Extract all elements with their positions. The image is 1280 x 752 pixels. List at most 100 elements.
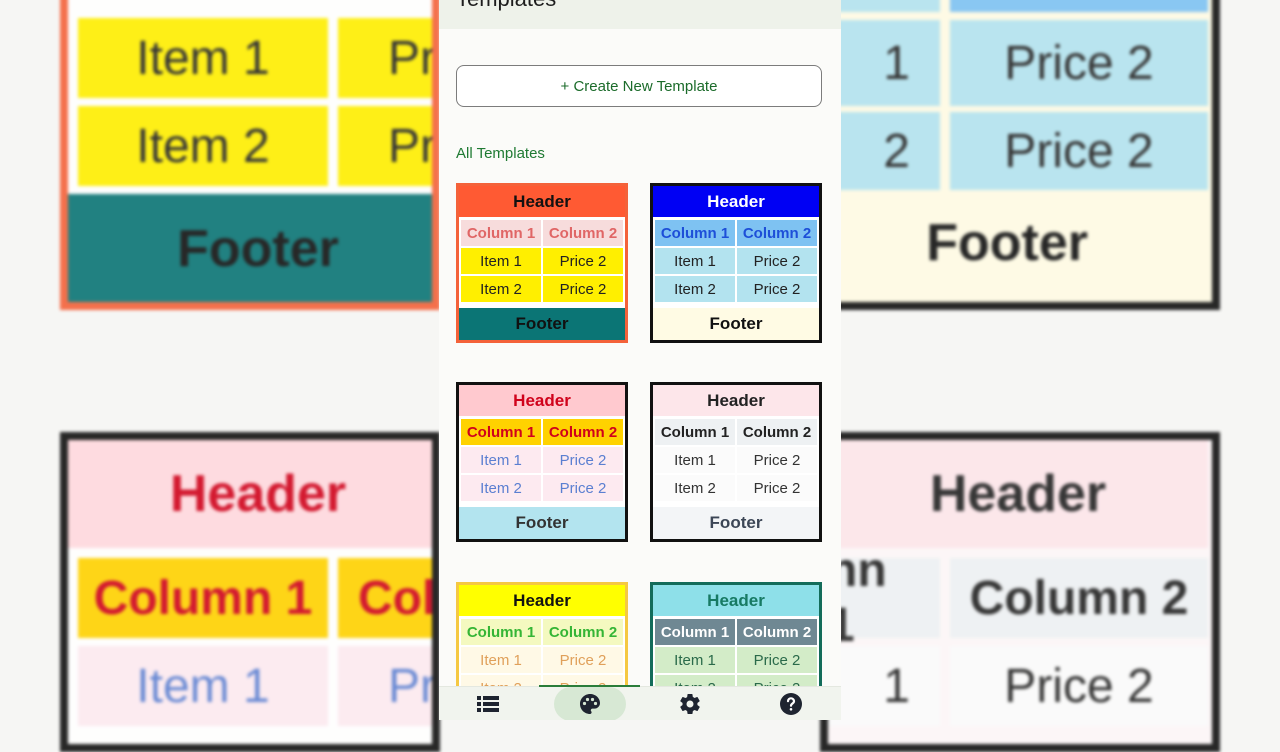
template-header: Header <box>653 585 819 616</box>
template-table: Column 1Column 2Item 1Price 2Item 2Price… <box>461 220 623 302</box>
template-column-header: Column 2 <box>737 619 817 645</box>
template-cell: Item 2 <box>461 276 541 302</box>
template-card[interactable]: HeaderColumn 1Column 2Item 1Price 2Item … <box>456 382 628 542</box>
help-icon <box>780 693 802 715</box>
bg-cell: Column 1 <box>78 558 328 638</box>
bg-cell: Colu <box>338 558 436 638</box>
template-column-header: Column 1 <box>461 419 541 445</box>
template-footer: Footer <box>653 308 819 340</box>
bg-text: nn 1 <box>828 544 887 652</box>
bg-text: Header <box>929 465 1107 523</box>
bg-text: 1 <box>883 36 910 90</box>
bg-text: 1 <box>883 659 910 713</box>
template-header: Header <box>459 385 625 416</box>
bg-cell: Item 1 <box>78 18 328 98</box>
template-cell: Price 2 <box>543 447 623 473</box>
template-cell: Price 2 <box>737 276 817 302</box>
bg-cell <box>828 0 940 12</box>
bg-text: Column 2 <box>969 571 1189 625</box>
bg-text: Column 1 <box>93 571 313 625</box>
template-column-header: Column 2 <box>737 419 817 445</box>
template-cell: Item 2 <box>655 475 735 501</box>
template-header: Header <box>459 186 625 217</box>
phone-screen: Templates + Create New Template All Temp… <box>439 0 841 720</box>
template-column-header: Column 2 <box>543 619 623 645</box>
template-footer: Footer <box>459 308 625 340</box>
template-cell: Price 2 <box>543 647 623 673</box>
template-cell: Item 1 <box>461 647 541 673</box>
bottom-navigation <box>439 685 841 720</box>
bg-text: Price 2 <box>1004 36 1154 90</box>
palette-icon <box>580 694 600 714</box>
template-column-header: Column 2 <box>543 419 623 445</box>
template-card[interactable]: HeaderColumn 1Column 2Item 1Price 2Item … <box>650 183 822 343</box>
bg-text: Price 2 <box>1004 659 1154 713</box>
nav-help-button[interactable] <box>755 687 827 720</box>
template-cell: Item 1 <box>461 447 541 473</box>
template-header: Header <box>653 186 819 217</box>
create-new-template-button[interactable]: + Create New Template <box>456 65 822 107</box>
bg-text: Pr <box>388 31 436 85</box>
bg-text: Price 2 <box>1004 124 1154 178</box>
bg-cell: Price 2 <box>950 646 1208 726</box>
template-column-header: Column 1 <box>655 419 735 445</box>
template-cell: Item 2 <box>461 475 541 501</box>
page-title: Templates <box>456 0 556 12</box>
bg-card-top-right: 1 Price 2 2 Price 2 Footer <box>820 0 1220 310</box>
template-cell: Item 1 <box>461 248 541 274</box>
bg-text: Pr <box>388 119 436 173</box>
template-card[interactable]: HeaderColumn 1Column 2Item 1Price 2Item … <box>650 382 822 542</box>
template-column-header: Column 1 <box>461 220 541 246</box>
bg-text: Colu <box>358 571 436 625</box>
template-cell: Price 2 <box>737 475 817 501</box>
template-column-header: Column 2 <box>737 220 817 246</box>
bg-text: Header <box>169 465 347 523</box>
template-cell: Item 2 <box>655 276 735 302</box>
bg-text: 2 <box>883 124 910 178</box>
template-cell: Price 2 <box>543 248 623 274</box>
bg-cell <box>950 0 1208 12</box>
bg-footer: Footer <box>828 198 1088 288</box>
bg-cell: 2 <box>828 112 940 190</box>
bg-cell: Pr <box>338 18 436 98</box>
bg-text: Footer <box>926 214 1088 272</box>
template-column-header: Column 1 <box>655 619 735 645</box>
template-table: Column 1Column 2Item 1Price 2Item 2Price… <box>461 419 623 501</box>
bg-text: Item 1 <box>136 31 270 85</box>
gear-icon <box>680 694 700 715</box>
template-card[interactable]: HeaderColumn 1Column 2Item 1Price 2Item … <box>456 183 628 343</box>
template-cell: Price 2 <box>737 447 817 473</box>
bg-cell: Item 2 <box>78 106 328 186</box>
template-footer: Footer <box>653 507 819 539</box>
nav-list-button[interactable] <box>452 687 524 720</box>
bg-header: Header <box>68 440 432 548</box>
bg-card-top-left: Item 1 Pr Item 2 Pr Footer <box>60 0 440 310</box>
template-header: Header <box>653 385 819 416</box>
template-column-header: Column 2 <box>543 220 623 246</box>
template-table: Column 1Column 2Item 1Price 2Item 2Price… <box>655 419 817 501</box>
nav-settings-button[interactable] <box>654 687 726 720</box>
template-cell: Item 1 <box>655 647 735 673</box>
nav-templates-button[interactable] <box>554 687 626 720</box>
bg-cell: Price 2 <box>950 112 1208 190</box>
template-header: Header <box>459 585 625 616</box>
bg-card-bottom-right: Header nn 1 Column 2 1 Price 2 <box>820 432 1220 752</box>
template-cell: Price 2 <box>543 276 623 302</box>
bg-cell: Price 2 <box>950 20 1208 106</box>
bg-cell: Pr <box>338 106 436 186</box>
bg-header: Header <box>828 440 1208 548</box>
list-icon <box>477 696 499 712</box>
template-cell: Price 2 <box>737 647 817 673</box>
bg-cell: 1 <box>828 646 940 726</box>
template-table: Column 1Column 2Item 1Price 2Item 2Price… <box>655 220 817 302</box>
all-templates-label: All Templates <box>456 145 545 162</box>
template-cell: Price 2 <box>543 475 623 501</box>
bg-text: Item 1 <box>136 659 270 713</box>
bg-footer: Footer <box>68 194 432 302</box>
bg-cell: Item 1 <box>78 646 328 726</box>
bg-cell: nn 1 <box>828 544 940 652</box>
bg-card-bottom-left: Header Column 1 Colu Item 1 Pr <box>60 432 440 752</box>
bg-cell: Column 2 <box>950 558 1208 638</box>
bg-text: Pr <box>388 659 436 713</box>
top-app-bar: Templates <box>439 0 841 29</box>
